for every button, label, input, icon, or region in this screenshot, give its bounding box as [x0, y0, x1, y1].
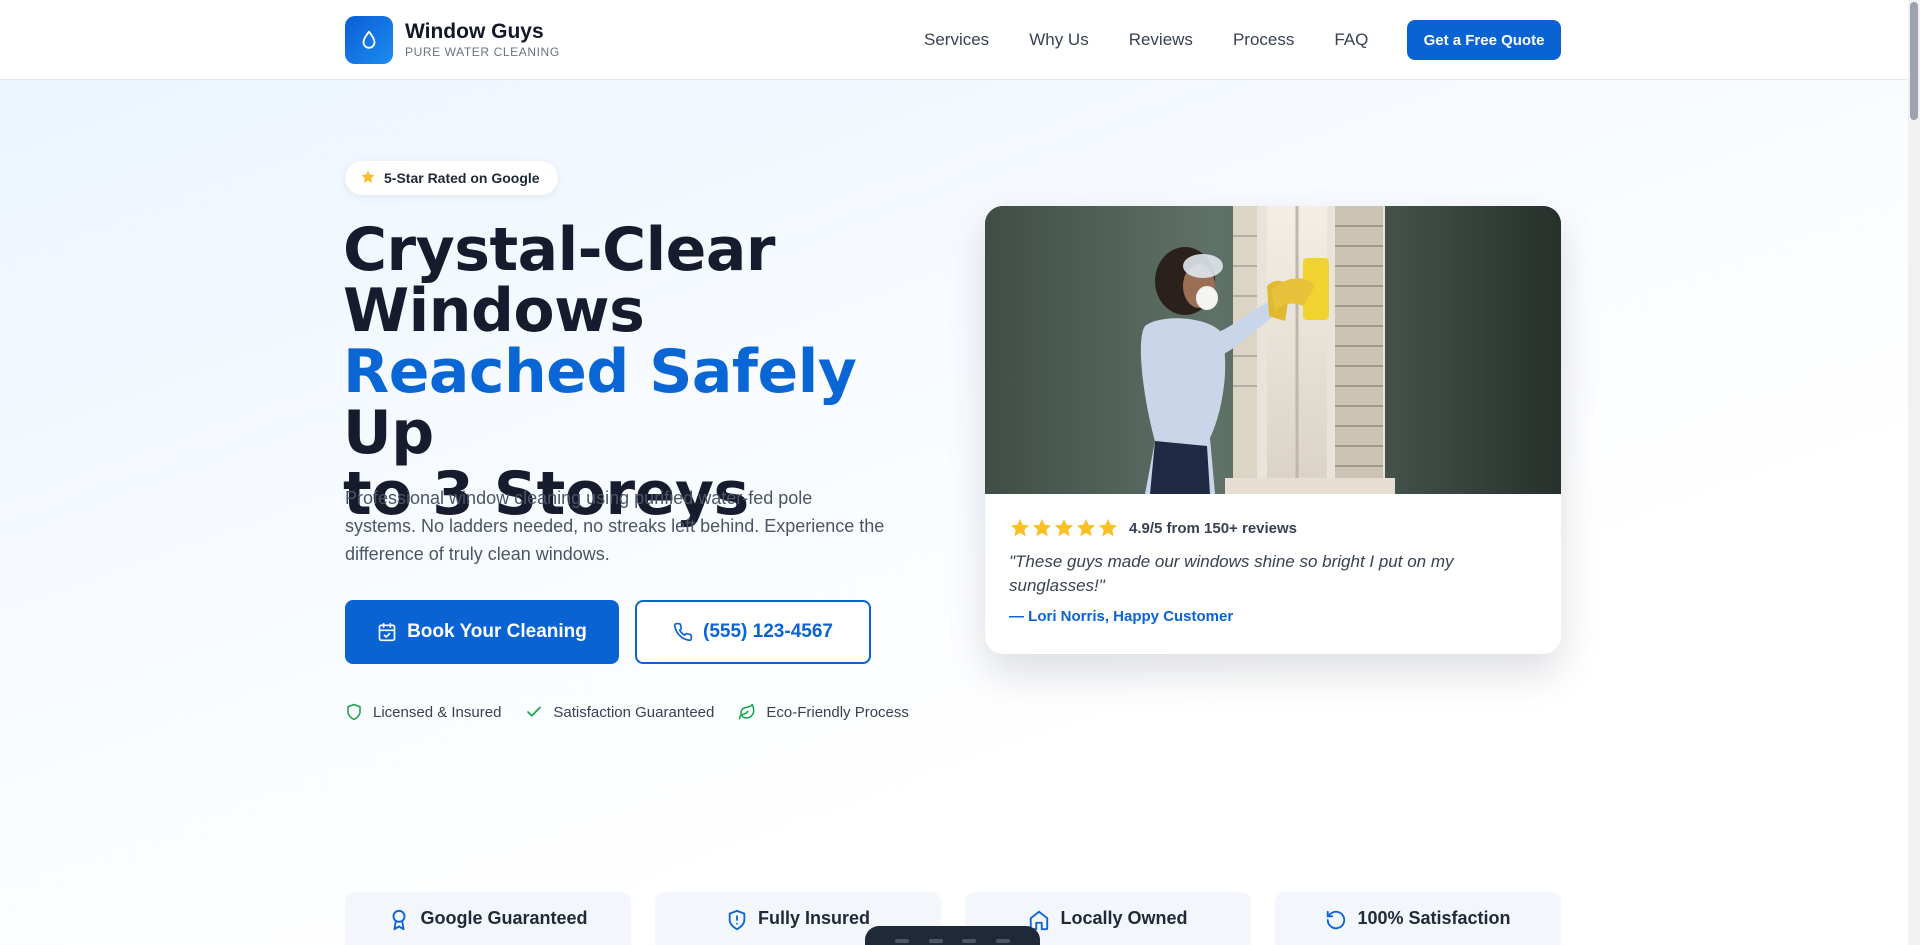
- main-nav: Services Why Us Reviews Process FAQ: [924, 20, 1408, 60]
- star-rating: 4.9/5 from 150+ reviews: [1009, 516, 1539, 540]
- google-rating-badge: 5-Star Rated on Google: [345, 161, 558, 195]
- trust-item: Satisfaction Guaranteed: [525, 703, 714, 721]
- review-card: 4.9/5 from 150+ reviews "These guys made…: [985, 206, 1561, 654]
- floating-toolbar[interactable]: [865, 926, 1040, 945]
- feature-card: 100% Satisfaction: [1275, 892, 1561, 945]
- star-icon: [1032, 518, 1052, 537]
- hero-title-line: Crystal-Clear: [343, 215, 775, 285]
- nav-link-why-us[interactable]: Why Us: [1029, 30, 1089, 50]
- scrollbar-thumb[interactable]: [1910, 2, 1918, 120]
- brand-name: Window Guys: [405, 20, 544, 43]
- calendar-check-icon: [377, 622, 397, 642]
- hero-title-accent: Reached Safely: [343, 337, 857, 407]
- nav-link-reviews[interactable]: Reviews: [1129, 30, 1193, 50]
- star-icon: [360, 169, 376, 188]
- site-header: Window Guys PURE WATER CLEANING Services…: [0, 0, 1908, 80]
- trust-label: Licensed & Insured: [373, 703, 502, 721]
- hero-photo: [985, 206, 1561, 494]
- shield-icon: [347, 703, 361, 721]
- feature-label: 100% Satisfaction: [1357, 908, 1511, 928]
- trust-item: Eco-Friendly Process: [738, 703, 909, 721]
- star-icon: [1098, 518, 1118, 537]
- hero-title: Crystal-Clear Windows Reached Safely Up …: [343, 220, 943, 525]
- hero-title-line: Up: [343, 398, 434, 468]
- nav-link-services[interactable]: Services: [924, 30, 989, 50]
- page-scrollbar[interactable]: [1908, 0, 1920, 945]
- star-icon: [1076, 518, 1096, 537]
- check-icon: [527, 706, 542, 717]
- trust-indicators: Licensed & Insured Satisfaction Guarante…: [345, 703, 933, 721]
- hero-title-line: Windows: [343, 276, 645, 346]
- trust-item: Licensed & Insured: [345, 703, 501, 721]
- get-free-quote-button[interactable]: Get a Free Quote: [1407, 20, 1561, 60]
- brand-logo[interactable]: Window Guys PURE WATER CLEANING: [345, 16, 560, 64]
- feature-label: Fully Insured: [757, 908, 871, 928]
- phone-icon: [673, 622, 693, 642]
- toolbar-item[interactable]: [928, 939, 943, 943]
- toolbar-item[interactable]: [962, 939, 977, 943]
- star-icon: [1054, 518, 1074, 537]
- review-quote: "These guys made our windows shine so br…: [1009, 552, 1454, 595]
- trust-label: Satisfaction Guaranteed: [553, 703, 715, 721]
- leaf-icon: [739, 703, 755, 720]
- phone-number: (555) 123-4567: [703, 621, 833, 642]
- refresh-icon: [1327, 910, 1346, 930]
- phone-call-button[interactable]: (555) 123-4567: [635, 600, 871, 664]
- star-icon: [1010, 518, 1030, 537]
- hero-description: Professional window cleaning using purif…: [345, 488, 885, 564]
- review-content: 4.9/5 from 150+ reviews "These guys made…: [1009, 516, 1539, 625]
- feature-label: Locally Owned: [1060, 908, 1188, 928]
- award-icon: [393, 909, 406, 931]
- book-cleaning-label: Book Your Cleaning: [407, 621, 587, 642]
- toolbar-item[interactable]: [894, 939, 909, 943]
- book-cleaning-button[interactable]: Book Your Cleaning: [345, 600, 619, 664]
- toolbar-item[interactable]: [996, 939, 1011, 943]
- shield-alert-icon: [728, 909, 746, 931]
- review-author: — Lori Norris, Happy Customer: [1009, 608, 1234, 625]
- rating-summary: 4.9/5 from 150+ reviews: [1129, 519, 1298, 537]
- water-drop-icon: [345, 16, 393, 64]
- nav-link-process[interactable]: Process: [1233, 30, 1294, 50]
- badge-text: 5-Star Rated on Google: [384, 170, 540, 186]
- feature-label: Google Guaranteed: [420, 908, 588, 928]
- brand-tagline: PURE WATER CLEANING: [405, 45, 560, 59]
- feature-card: Google Guaranteed: [345, 892, 631, 945]
- nav-link-faq[interactable]: FAQ: [1334, 30, 1368, 50]
- trust-label: Eco-Friendly Process: [766, 703, 909, 721]
